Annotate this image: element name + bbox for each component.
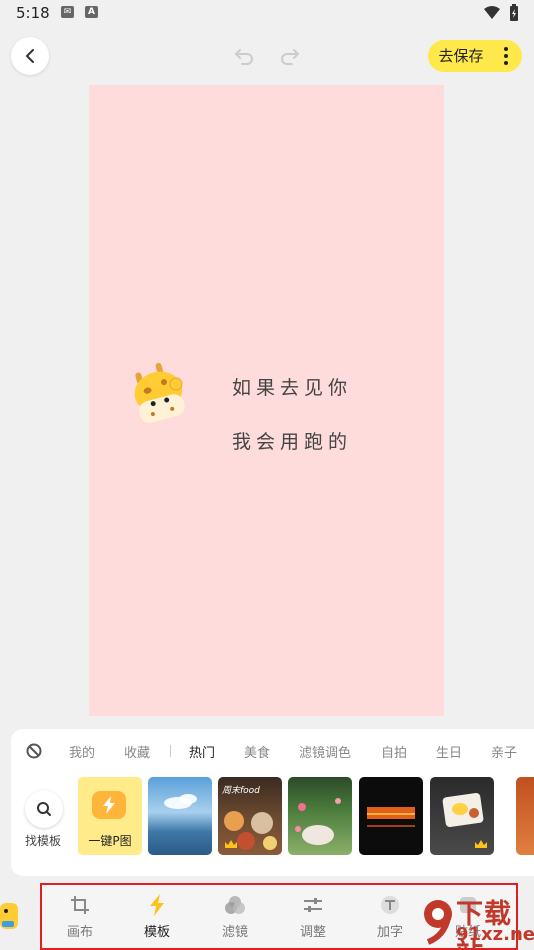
template-thumb-partial[interactable]: [516, 777, 534, 855]
category-tabs: 我的 收藏 热门 美食 滤镜调色 自拍 生日 亲子: [11, 729, 534, 773]
status-bar: 5:18 ✉ A: [0, 0, 534, 28]
tool-template-label: 模板: [143, 925, 170, 940]
tab-birthday[interactable]: 生日: [436, 742, 462, 761]
tool-canvas[interactable]: 画布: [50, 893, 110, 943]
tool-canvas-label: 画布: [66, 925, 93, 940]
tab-favorites[interactable]: 收藏: [124, 742, 150, 761]
find-template-label: 找模板: [25, 834, 62, 848]
redo-button[interactable]: [278, 44, 302, 68]
save-pill: 去保存: [428, 40, 522, 72]
undo-button[interactable]: [232, 44, 256, 68]
back-button[interactable]: [11, 37, 49, 75]
crop-icon: [68, 893, 92, 917]
tab-parent-child[interactable]: 亲子: [491, 742, 517, 761]
tab-filter-color[interactable]: 滤镜调色: [299, 742, 351, 761]
a-app-icon: A: [85, 6, 98, 18]
search-icon: [37, 802, 51, 816]
template-thumb-garden[interactable]: [288, 777, 352, 855]
mascot-icon[interactable]: [0, 895, 20, 935]
no-template-icon[interactable]: [26, 743, 42, 759]
redo-icon: [281, 49, 300, 65]
save-button[interactable]: 去保存: [428, 40, 494, 72]
template-one-key-p[interactable]: 一键P图: [78, 777, 142, 855]
more-dot-icon: [504, 61, 508, 65]
status-time: 5:18: [16, 4, 50, 22]
lightning-icon: [145, 893, 169, 917]
template-panel: 我的 收藏 热门 美食 滤镜调色 自拍 生日 亲子 找模板 一键P图 周末foo…: [11, 729, 534, 876]
tool-adjust[interactable]: 调整: [283, 893, 343, 943]
sliders-icon: [301, 893, 325, 917]
tool-filter[interactable]: 滤镜: [205, 893, 265, 943]
watermark-logo-icon: 9: [424, 900, 452, 945]
chevron-left-icon: [25, 49, 34, 63]
template-thumb-food[interactable]: 周末food: [218, 777, 282, 855]
tab-hot[interactable]: 热门: [189, 742, 215, 761]
watermark: 9 下载站 91xz.net: [420, 892, 534, 950]
garden-image: [295, 798, 341, 845]
watermark-site: 91xz.net: [456, 924, 534, 945]
crown-icon: [475, 840, 487, 848]
battery-icon: [510, 4, 518, 21]
canvas-text-line-1[interactable]: 如果去见你: [232, 373, 352, 400]
text-icon: [378, 893, 402, 917]
mail-icon: ✉: [61, 6, 74, 18]
tool-adjust-label: 调整: [299, 925, 326, 940]
giraffe-sticker-icon[interactable]: [123, 355, 201, 433]
lightning-icon: [92, 791, 126, 819]
tab-divider: [170, 745, 171, 757]
undo-icon: [234, 49, 253, 65]
editing-canvas[interactable]: 如果去见你 我会用跑的: [89, 85, 444, 716]
filter-circles-icon: [223, 893, 247, 917]
canvas-text-line-2[interactable]: 我会用跑的: [232, 427, 352, 454]
sky-cloud-image: [164, 794, 197, 809]
wifi-icon: [484, 6, 500, 19]
tool-add-text-label: 加字: [376, 925, 403, 940]
template-thumb-sky[interactable]: [148, 777, 212, 855]
tab-mine[interactable]: 我的: [69, 742, 95, 761]
sunset-image: [367, 807, 415, 827]
tab-selfie[interactable]: 自拍: [381, 742, 407, 761]
more-dot-icon: [504, 54, 508, 58]
one-key-p-label: 一键P图: [88, 834, 132, 848]
food-thumb-title: 周末food: [222, 786, 260, 796]
more-dot-icon: [504, 47, 508, 51]
template-thumb-breakfast[interactable]: [430, 777, 494, 855]
tool-filter-label: 滤镜: [221, 925, 248, 940]
find-template-button[interactable]: [25, 790, 63, 828]
tool-template[interactable]: 模板: [127, 893, 187, 943]
crown-icon: [225, 840, 237, 848]
tool-add-text[interactable]: 加字: [360, 893, 420, 943]
tab-food[interactable]: 美食: [244, 742, 270, 761]
template-thumb-sunset[interactable]: [359, 777, 423, 855]
more-button[interactable]: [494, 44, 518, 68]
